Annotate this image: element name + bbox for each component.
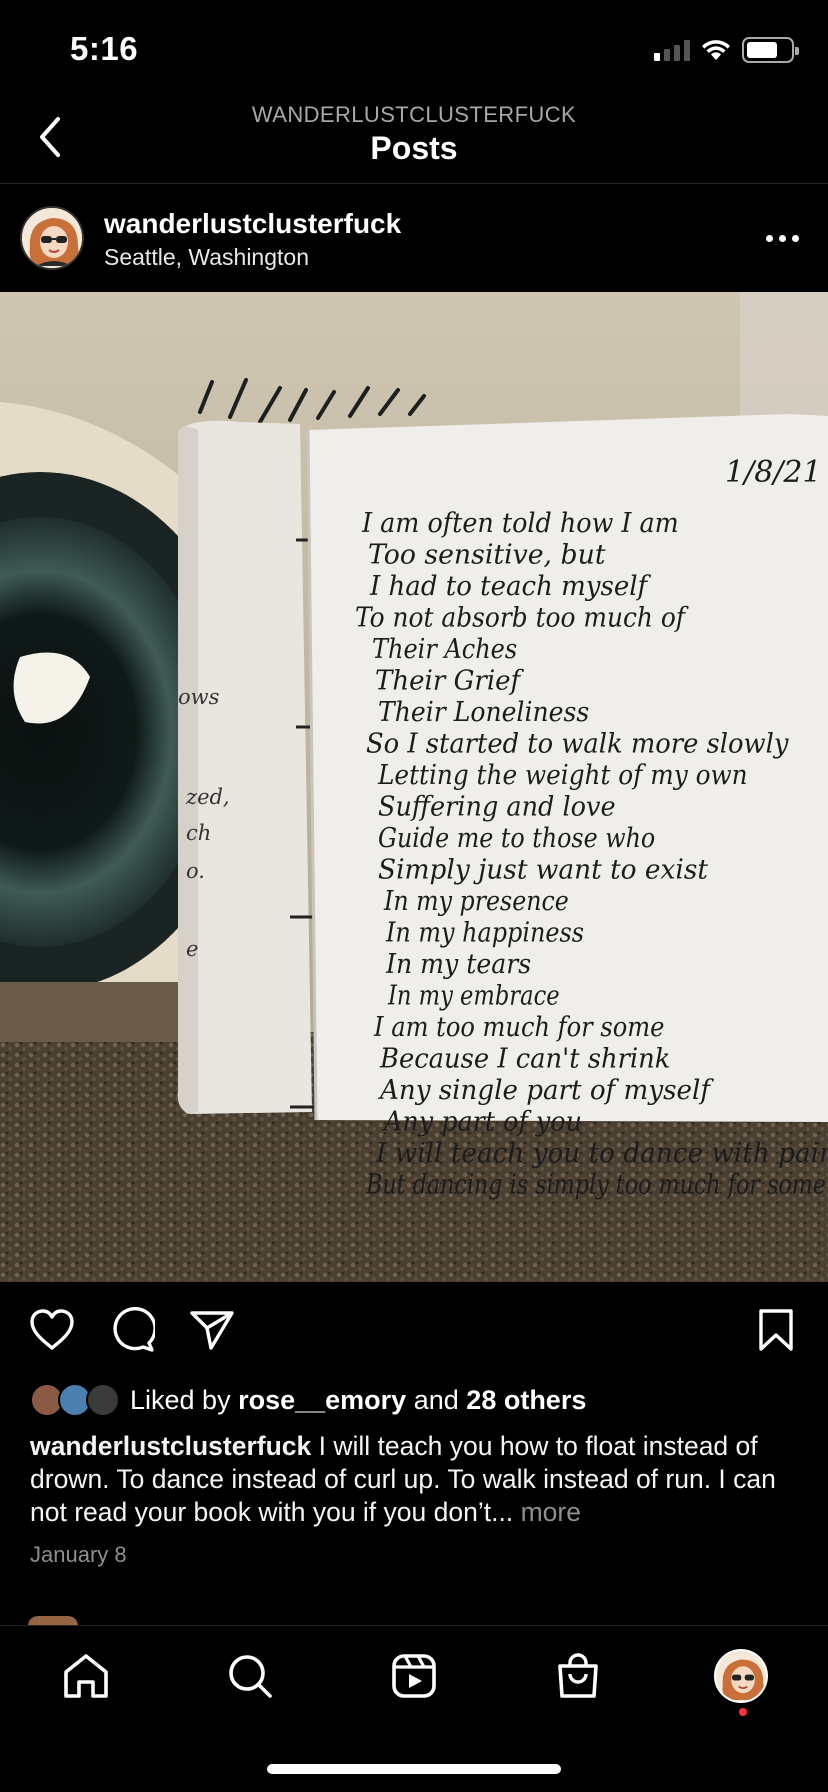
poem-line: Letting the weight of my own xyxy=(377,760,748,791)
poem-line: In my tears xyxy=(385,949,531,980)
poem-line: In my happiness xyxy=(385,918,584,949)
poem-line: So I started to walk more slowly xyxy=(366,729,789,760)
bookmark-icon xyxy=(759,1309,793,1351)
liker-avatar xyxy=(86,1383,120,1417)
left-page-fragment: ch xyxy=(186,821,211,845)
poem-line: I had to teach myself xyxy=(369,571,651,602)
poem-line: Too sensitive, but xyxy=(368,540,606,571)
left-page-fragment: e xyxy=(186,937,198,961)
share-button[interactable] xyxy=(186,1304,238,1356)
more-options-button[interactable] xyxy=(762,228,802,248)
account-label: WANDERLUSTCLUSTERFUCK xyxy=(251,102,577,127)
nav-title-group: WANDERLUSTCLUSTERFUCK Posts xyxy=(0,102,828,167)
post-photo: ows zed, ch o. e 1/8/21 I am often told how … xyxy=(0,292,828,1282)
status-time: 5:16 xyxy=(70,30,139,67)
status-icons xyxy=(654,36,799,64)
poem-line: In my embrace xyxy=(387,981,559,1012)
poem-line: To not absorb too much of xyxy=(355,603,689,634)
reels-icon xyxy=(392,1654,436,1698)
liker-avatars xyxy=(30,1383,122,1417)
poem-line: But dancing is simply too much for some xyxy=(365,1170,826,1201)
poem-line: Because I can't shrink xyxy=(379,1044,670,1075)
post-header: wanderlustclusterfuck Seattle, Washingto… xyxy=(0,184,828,292)
caption-more-link[interactable]: more xyxy=(521,1497,581,1527)
poem-line: I will teach you to dance with pain xyxy=(375,1138,828,1169)
tab-shop[interactable] xyxy=(548,1646,608,1706)
battery-icon xyxy=(742,37,799,63)
ellipsis-icon xyxy=(765,234,773,242)
post-actions xyxy=(0,1300,828,1360)
left-page-fragment: o. xyxy=(186,859,205,883)
poem-date: 1/8/21 xyxy=(725,455,822,490)
heart-icon xyxy=(30,1309,74,1350)
left-page-fragment: ows xyxy=(178,685,220,709)
save-button[interactable] xyxy=(750,1304,802,1356)
poem-line: Their Aches xyxy=(372,634,517,665)
tab-reels[interactable] xyxy=(384,1646,444,1706)
profile-avatar xyxy=(714,1649,768,1703)
notification-dot xyxy=(739,1708,747,1716)
poem-line: I am often told how I am xyxy=(361,508,679,539)
post-caption: wanderlustclusterfuck I will teach you h… xyxy=(30,1430,800,1529)
poem-line: I am too much for some xyxy=(373,1012,664,1043)
poem-line: In my presence xyxy=(383,886,569,917)
comment-button[interactable] xyxy=(106,1304,158,1356)
shopping-bag-icon xyxy=(558,1653,598,1698)
poem-line: Guide me to those who xyxy=(378,823,655,854)
comment-bubble-icon xyxy=(113,1307,155,1352)
avatar[interactable] xyxy=(20,206,84,270)
home-indicator[interactable] xyxy=(267,1764,561,1774)
wifi-icon xyxy=(702,40,730,60)
search-icon xyxy=(229,1655,272,1698)
caption-username[interactable]: wanderlustclusterfuck xyxy=(30,1431,311,1461)
home-icon xyxy=(64,1654,108,1698)
likes-text: Liked by rose__emory and 28 others xyxy=(130,1385,586,1416)
post-username[interactable]: wanderlustclusterfuck xyxy=(104,208,401,240)
post-location[interactable]: Seattle, Washington xyxy=(104,244,309,271)
poem-line: Suffering and love xyxy=(378,792,616,823)
liker-username[interactable]: rose__emory xyxy=(238,1385,406,1415)
poem-line: Any single part of myself xyxy=(377,1075,714,1106)
tab-home[interactable] xyxy=(56,1646,116,1706)
poem-line: Their Loneliness xyxy=(378,697,589,728)
likes-row[interactable]: Liked by rose__emory and 28 others xyxy=(30,1380,586,1420)
avatar-illustration xyxy=(22,208,82,268)
poem-line: Any part of you xyxy=(381,1107,582,1138)
likes-conjunction: and xyxy=(413,1384,459,1415)
poem-line: Their Grief xyxy=(375,666,524,697)
poem-line: Simply just want to exist xyxy=(378,855,708,886)
nav-header: WANDERLUSTCLUSTERFUCK Posts xyxy=(0,100,828,184)
tab-search[interactable] xyxy=(220,1646,280,1706)
status-bar: 5:16 xyxy=(0,0,828,100)
likes-others[interactable]: 28 others xyxy=(466,1385,586,1415)
tab-profile[interactable] xyxy=(711,1646,771,1706)
paper-plane-icon xyxy=(190,1311,234,1350)
cellular-signal-icon xyxy=(654,39,690,61)
left-page-fragment: zed, xyxy=(185,785,230,809)
likes-prefix: Liked by xyxy=(130,1384,231,1415)
post-image[interactable]: ows zed, ch o. e 1/8/21 I am often told how … xyxy=(0,292,828,1282)
post-date: January 8 xyxy=(30,1542,127,1567)
page-title: Posts xyxy=(370,130,458,166)
like-button[interactable] xyxy=(26,1304,78,1356)
